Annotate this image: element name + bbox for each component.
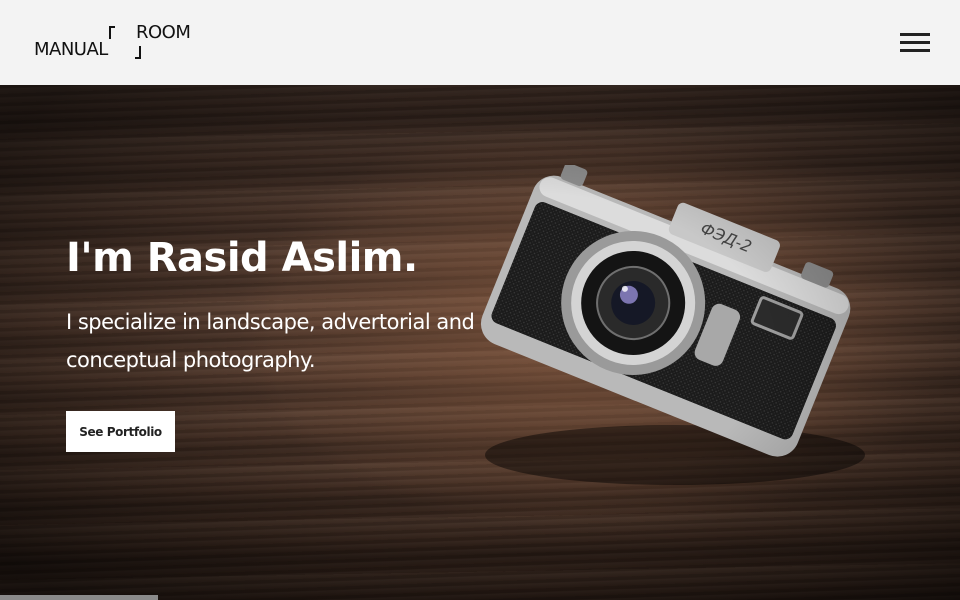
scroll-progress-fill bbox=[0, 595, 159, 600]
menu-line bbox=[900, 49, 930, 52]
hero-subtitle: I specialize in landscape, advertorial a… bbox=[66, 310, 475, 372]
hero-section: ФЭД-2 I'm Rasid Aslim. I specialize in l… bbox=[0, 85, 960, 600]
logo-bracket-left bbox=[109, 26, 115, 39]
hero-text-block: I'm Rasid Aslim. I specialize in landsca… bbox=[66, 235, 486, 379]
logo-word-manual: MANUAL bbox=[34, 39, 108, 60]
logo-bracket-right bbox=[135, 46, 141, 59]
top-navbar: MANUAL ROOM bbox=[0, 0, 960, 85]
logo-word-room: ROOM bbox=[136, 22, 191, 43]
scroll-progress-bar bbox=[0, 595, 960, 600]
site-logo[interactable]: MANUAL ROOM bbox=[34, 24, 199, 62]
hamburger-menu-icon[interactable] bbox=[898, 30, 932, 56]
hero-title: I'm Rasid Aslim. bbox=[66, 235, 418, 281]
menu-line bbox=[900, 33, 930, 36]
see-portfolio-button[interactable]: See Portfolio bbox=[66, 411, 175, 452]
menu-line bbox=[900, 41, 930, 44]
